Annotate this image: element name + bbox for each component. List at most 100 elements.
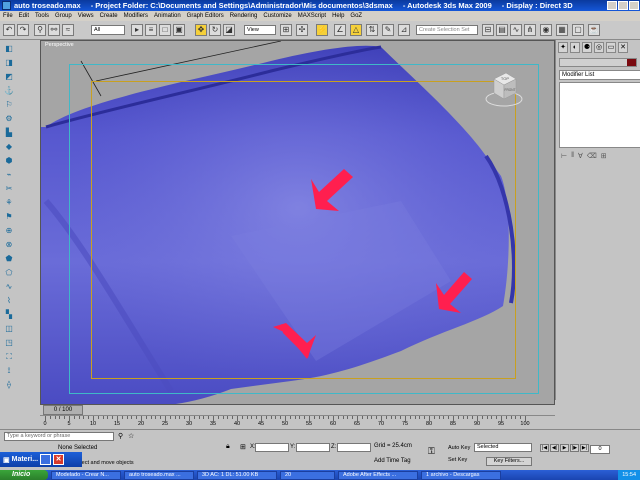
reference-coordinate-dropdown[interactable]: View <box>244 25 276 35</box>
modify-tab-icon[interactable]: ◐ <box>570 42 580 53</box>
time-slider[interactable]: 0 / 100 <box>43 405 83 415</box>
create-tab-icon[interactable]: ✦ <box>558 42 568 53</box>
link-icon[interactable]: ⚲ <box>34 24 46 36</box>
taskbar-item-3[interactable]: 3D AC: 1 DL: 51.00 KB <box>197 470 277 480</box>
named-selection-sets-input[interactable]: Create Selection Set <box>416 25 478 35</box>
previous-frame-icon[interactable]: ◀| <box>550 444 559 452</box>
close-button[interactable] <box>629 1 639 10</box>
named-selection-edit-icon[interactable]: ✎ <box>382 24 394 36</box>
set-key-button[interactable]: Set Key <box>448 457 467 463</box>
display-tab-icon[interactable]: ▭ <box>606 42 616 53</box>
taskbar-item-5[interactable]: Adobe After Effects ... <box>338 470 418 480</box>
x-coordinate-field[interactable] <box>255 443 289 452</box>
absolute-mode-icon[interactable]: ⊞ <box>240 443 246 451</box>
materials-window-bar[interactable]: ▣ Materi... ✕ <box>0 452 82 467</box>
menu-help[interactable]: Help <box>332 13 344 19</box>
tool-icon-7[interactable]: ▙ <box>3 128 15 137</box>
tool-icon-25[interactable]: ⟠ <box>3 380 15 389</box>
menu-create[interactable]: Create <box>100 13 118 19</box>
rendered-frame-window-icon[interactable]: ▢ <box>572 24 584 36</box>
unlink-icon[interactable]: ⚯ <box>48 24 60 36</box>
render-setup-icon[interactable]: ▦ <box>556 24 568 36</box>
tool-icon-20[interactable]: ▚ <box>3 310 15 319</box>
tool-icon-19[interactable]: ⌇ <box>3 296 15 305</box>
menu-rendering[interactable]: Rendering <box>230 13 258 19</box>
tool-icon-21[interactable]: ◫ <box>3 324 15 333</box>
layer-manager-icon[interactable]: ▤ <box>496 24 508 36</box>
pivot-center-icon[interactable]: ⊞ <box>280 24 292 36</box>
menu-tools[interactable]: Tools <box>35 13 49 19</box>
quick-render-icon[interactable]: ☕ <box>588 24 600 36</box>
curve-editor-icon[interactable]: ∿ <box>510 24 522 36</box>
y-coordinate-field[interactable] <box>296 443 330 452</box>
taskbar-item-6[interactable]: 1 archivo - Descargas <box>421 470 501 480</box>
schematic-view-icon[interactable]: ⋔ <box>524 24 536 36</box>
perspective-viewport[interactable]: Perspective TOP FRONT <box>40 40 555 405</box>
play-icon[interactable]: ▶ <box>560 444 569 452</box>
tool-icon-1[interactable]: ◧ <box>3 44 15 53</box>
angle-snap-icon[interactable]: ∠ <box>334 24 346 36</box>
selection-filter-dropdown[interactable]: All <box>91 25 125 35</box>
select-by-name-icon[interactable]: ≡ <box>145 24 157 36</box>
undo-icon[interactable]: ↶ <box>3 24 15 36</box>
tool-icon-6[interactable]: ⚙ <box>3 114 15 123</box>
keyword-search-input[interactable]: Type a keyword or phrase <box>4 432 114 441</box>
tool-icon-14[interactable]: ⊕ <box>3 226 15 235</box>
menu-modifiers[interactable]: Modifiers <box>124 13 148 19</box>
show-end-result-icon[interactable]: ‖ <box>571 152 574 160</box>
menu-edit[interactable]: Edit <box>19 13 29 19</box>
select-and-scale-icon[interactable]: ◪ <box>223 24 235 36</box>
tool-icon-18[interactable]: ∿ <box>3 282 15 291</box>
object-color-swatch[interactable] <box>627 59 636 66</box>
tool-icon-24[interactable]: ⟟ <box>3 366 15 375</box>
taskbar-item-4[interactable]: 20 <box>280 470 335 480</box>
tool-icon-23[interactable]: ⛶ <box>3 352 15 361</box>
viewport-label[interactable]: Perspective <box>45 42 74 48</box>
tool-icon-8[interactable]: ◆ <box>3 142 15 151</box>
select-and-rotate-icon[interactable]: ↻ <box>209 24 221 36</box>
menu-customize[interactable]: Customize <box>263 13 291 19</box>
window-crossing-icon[interactable]: ▣ <box>173 24 185 36</box>
align-icon[interactable]: ⊟ <box>482 24 494 36</box>
system-clock[interactable]: 15:54 <box>618 470 640 480</box>
tool-icon-17[interactable]: ⬠ <box>3 268 15 277</box>
tool-icon-10[interactable]: ⌁ <box>3 170 15 179</box>
viewcube[interactable]: TOP FRONT <box>484 69 524 109</box>
maximize-button[interactable] <box>618 1 628 10</box>
tool-icon-11[interactable]: ✂ <box>3 184 15 193</box>
z-coordinate-field[interactable] <box>337 443 371 452</box>
menu-goz[interactable]: GoZ <box>350 13 362 19</box>
go-to-start-icon[interactable]: |◀ <box>540 444 549 452</box>
mirror-icon[interactable]: ⊿ <box>398 24 410 36</box>
menu-animation[interactable]: Animation <box>154 13 181 19</box>
remove-modifier-icon[interactable]: ⌫ <box>587 152 597 160</box>
menu-views[interactable]: Views <box>78 13 94 19</box>
pin-stack-icon[interactable]: ⊢ <box>561 152 567 160</box>
object-name-field[interactable] <box>559 58 637 67</box>
current-frame-field[interactable]: 0 <box>590 445 610 454</box>
lock-selection-icon[interactable]: 🔒︎ <box>226 443 230 451</box>
tool-icon-4[interactable]: ⚓ <box>3 86 15 95</box>
rectangular-selection-icon[interactable]: □ <box>159 24 171 36</box>
tool-icon-9[interactable]: ⬢ <box>3 156 15 165</box>
make-unique-icon[interactable]: ∀ <box>578 152 583 160</box>
configure-modifier-sets-icon[interactable]: ⊞ <box>601 152 607 160</box>
go-to-end-icon[interactable]: ▶| <box>580 444 589 452</box>
key-filters-button[interactable]: Key Filters... <box>486 457 532 466</box>
tool-icon-15[interactable]: ⊗ <box>3 240 15 249</box>
tool-icon-3[interactable]: ◩ <box>3 72 15 81</box>
set-key-icon[interactable]: ⚿ <box>428 446 435 457</box>
tool-icon-16[interactable]: ⬟ <box>3 254 15 263</box>
menu-file[interactable]: File <box>3 13 13 19</box>
taskbar-item-1[interactable]: Modelado - Crear N... <box>51 470 121 480</box>
tool-icon-5[interactable]: ⚐ <box>3 100 15 109</box>
select-object-icon[interactable]: ▸ <box>131 24 143 36</box>
select-and-move-icon[interactable]: ✥ <box>195 24 207 36</box>
tool-icon-13[interactable]: ⚑ <box>3 212 15 221</box>
next-frame-icon[interactable]: |▶ <box>570 444 579 452</box>
minimize-button[interactable] <box>607 1 617 10</box>
motion-tab-icon[interactable]: ◎ <box>594 42 604 53</box>
close-icon[interactable]: ✕ <box>53 454 65 465</box>
taskbar-item-2[interactable]: auto troseado.max ... <box>124 470 194 480</box>
tool-icon-2[interactable]: ◨ <box>3 58 15 67</box>
